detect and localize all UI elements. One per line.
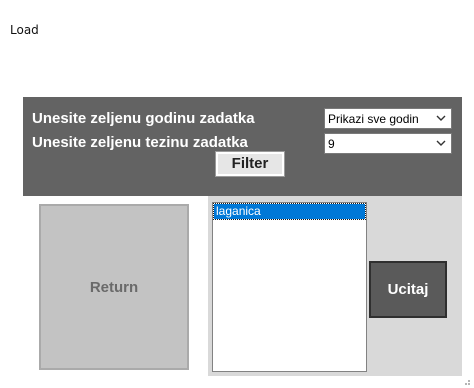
difficulty-label: Unesite zeljenu tezinu zadatka [32,134,248,151]
resize-grip-icon[interactable] [461,376,471,386]
load-button[interactable]: Ucitaj [369,261,447,318]
filter-button[interactable]: Filter [215,151,285,177]
year-combobox-value: Prikazi sve godin [328,112,419,126]
load-button-label: Ucitaj [387,281,429,298]
return-button-label: Return [89,278,139,296]
chevron-down-icon [436,115,446,121]
year-combobox[interactable]: Prikazi sve godin [324,108,452,129]
list-item[interactable]: laganica [213,203,366,220]
window-title: Load [10,23,39,37]
return-button[interactable]: Return [39,204,189,370]
chevron-down-icon [436,140,446,146]
difficulty-combobox[interactable]: 9 [324,133,452,154]
filter-panel: Unesite zeljenu godinu zadatka Prikazi s… [23,97,462,196]
difficulty-combobox-value: 9 [328,137,335,151]
task-listbox[interactable]: laganica [212,202,367,372]
year-label: Unesite zeljenu godinu zadatka [32,110,255,127]
